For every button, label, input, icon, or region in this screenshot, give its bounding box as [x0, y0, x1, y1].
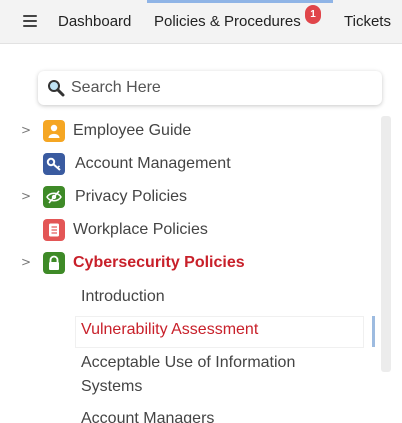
key-icon: [43, 153, 65, 175]
lock-icon: [43, 252, 65, 274]
tab-dashboard[interactable]: Dashboard: [58, 13, 131, 30]
chevron-right-icon[interactable]: >: [21, 255, 31, 269]
search-input[interactable]: [71, 77, 371, 99]
sub-item-vulnerability-assessment[interactable]: Vulnerability Assessment: [76, 317, 363, 347]
eye-slash-icon: [43, 186, 65, 208]
person-icon: [43, 120, 65, 142]
chevron-right-icon[interactable]: >: [21, 123, 31, 137]
tree-item-label: Privacy Policies: [75, 188, 188, 205]
tree-item-label: Workplace Policies: [73, 221, 208, 238]
notification-badge: 1: [305, 5, 321, 24]
search-icon[interactable]: [47, 79, 65, 97]
sub-item-acceptable-use[interactable]: Acceptable Use of Information Systems: [76, 351, 346, 399]
tab-policies-procedures[interactable]: Policies & Procedures: [154, 13, 301, 30]
tree-item-employee-guide[interactable]: > Employee Guide: [0, 118, 370, 146]
hamburger-menu-icon[interactable]: [23, 15, 37, 27]
scrollbar[interactable]: [381, 116, 391, 372]
selection-indicator: [372, 316, 375, 347]
tree-item-label: Cybersecurity Policies: [73, 254, 245, 271]
tree-item-cybersecurity-policies[interactable]: > Cybersecurity Policies: [0, 250, 370, 278]
book-icon: [43, 219, 65, 241]
top-nav: Dashboard Policies & Procedures 1 Ticket…: [0, 0, 402, 44]
active-tab-indicator: [147, 0, 333, 3]
sub-item-introduction[interactable]: Introduction: [76, 285, 363, 309]
tree-item-account-management[interactable]: Account Management: [0, 151, 370, 179]
tab-tickets[interactable]: Tickets: [344, 13, 391, 30]
sub-item-account-managers[interactable]: Account Managers: [76, 407, 363, 423]
tree-item-workplace-policies[interactable]: Workplace Policies: [0, 217, 370, 245]
search-box: [38, 71, 382, 105]
chevron-right-icon[interactable]: >: [21, 189, 31, 203]
tree-item-label: Account Management: [75, 155, 231, 172]
tree-item-label: Employee Guide: [73, 122, 192, 139]
tree-item-privacy-policies[interactable]: > Privacy Policies: [0, 184, 370, 212]
